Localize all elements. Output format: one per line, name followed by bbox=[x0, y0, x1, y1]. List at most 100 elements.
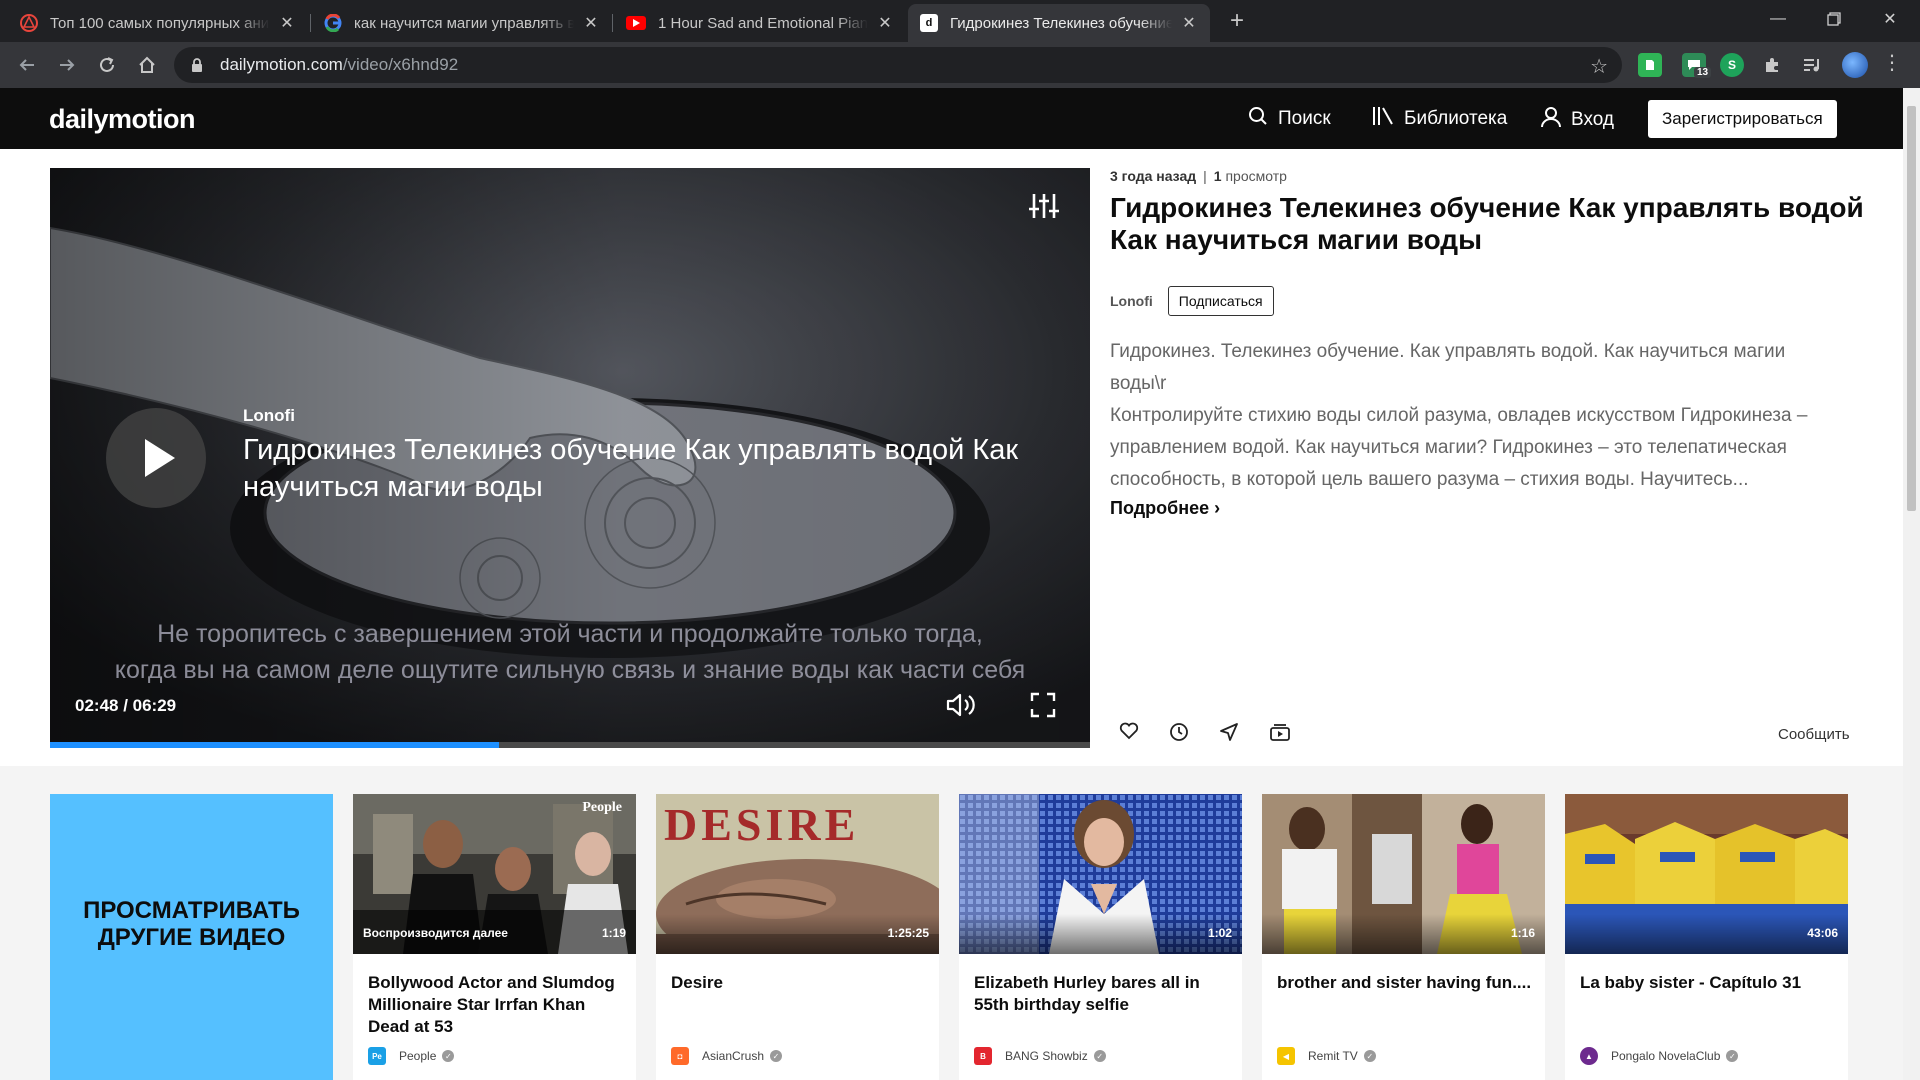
nav-search[interactable]: Поиск bbox=[1248, 106, 1331, 132]
forward-arrow-icon[interactable] bbox=[52, 50, 82, 80]
video-description: Гидрокинез. Телекинез обучение. Как упра… bbox=[1110, 336, 1830, 496]
chat-extension-icon[interactable]: 13 bbox=[1682, 53, 1712, 78]
video-card[interactable]: People Воспроизводится далее 1:19 Bollyw… bbox=[353, 794, 636, 1080]
restore-button[interactable] bbox=[1806, 0, 1862, 38]
browser-tab-title: Гидрокинез Телекинез обучение bbox=[950, 14, 1172, 32]
verified-check-icon: ✓ bbox=[442, 1050, 455, 1062]
video-thumbnail[interactable]: People Воспроизводится далее 1:19 bbox=[353, 794, 636, 954]
thumbnail-shade bbox=[959, 914, 1242, 954]
video-thumbnail[interactable]: 43:06 bbox=[1565, 794, 1848, 954]
close-window-button[interactable]: ✕ bbox=[1862, 0, 1918, 38]
reload-icon[interactable] bbox=[92, 50, 122, 80]
video-subtitles: Не торопитесь с завершением этой части и… bbox=[50, 616, 1090, 688]
extension-badge: 13 bbox=[1694, 67, 1712, 78]
video-card[interactable]: DESIRE 1:25:25 Desire ◘ AsianCrush ✓ bbox=[656, 794, 939, 1080]
scrollbar-thumb[interactable] bbox=[1907, 106, 1916, 511]
up-next-label: Воспроизводится далее bbox=[363, 926, 508, 940]
url-text: dailymotion.com/video/x6hnd92 bbox=[220, 55, 459, 74]
video-card-title[interactable]: Elizabeth Hurley bares all in 55th birth… bbox=[974, 972, 1230, 1016]
browser-tab-title: 1 Hour Sad and Emotional Piano Music bbox=[658, 14, 868, 32]
video-card[interactable]: 1:02 Elizabeth Hurley bares all in 55th … bbox=[959, 794, 1242, 1080]
verified-check-icon: ✓ bbox=[1093, 1050, 1106, 1062]
video-player[interactable]: Lonofi Гидрокинез Телекинез обучение Как… bbox=[50, 168, 1090, 748]
video-thumbnail[interactable]: DESIRE 1:25:25 bbox=[656, 794, 939, 954]
video-card-channel[interactable]: ▲ Pongalo NovelaClub ✓ bbox=[1580, 1047, 1739, 1065]
settings-sliders-icon[interactable] bbox=[1028, 192, 1060, 225]
pongalo-channel-icon: ▲ bbox=[1580, 1047, 1598, 1065]
play-button[interactable] bbox=[106, 408, 206, 508]
lock-icon[interactable] bbox=[190, 57, 206, 73]
browse-more-videos-tile[interactable]: ПРОСМАТРИВАТЬ ДРУГИЕ ВИДЕО bbox=[50, 794, 333, 1080]
bang-showbiz-channel-icon: B bbox=[974, 1047, 992, 1065]
close-tab-icon[interactable]: ✕ bbox=[582, 13, 600, 33]
playback-time: 02:48 / 06:29 bbox=[75, 696, 177, 715]
bookmark-star-icon[interactable]: ☆ bbox=[1590, 54, 1608, 79]
share-send-icon[interactable] bbox=[1219, 722, 1239, 747]
dailymotion-logo[interactable]: dailymotion bbox=[49, 104, 196, 135]
address-bar[interactable]: dailymotion.com/video/x6hnd92 ☆ bbox=[174, 47, 1622, 83]
volume-icon[interactable] bbox=[946, 692, 976, 723]
evernote-extension-icon[interactable] bbox=[1638, 53, 1662, 77]
browser-toolbar: dailymotion.com/video/x6hnd92 ☆ 13 S bbox=[0, 42, 1920, 88]
progress-bar-fill bbox=[50, 742, 500, 748]
video-thumbnail[interactable]: 1:16 bbox=[1262, 794, 1545, 954]
video-card-title[interactable]: La baby sister - Capítulo 31 bbox=[1580, 972, 1836, 994]
browser-tab-4[interactable]: d Гидрокинез Телекинез обучение ✕ bbox=[908, 4, 1210, 42]
video-card-channel[interactable]: B BANG Showbiz ✓ bbox=[974, 1047, 1106, 1065]
player-video-title: Гидрокинез Телекинез обучение Как управл… bbox=[243, 434, 1019, 503]
meta-separator: | bbox=[1203, 168, 1207, 184]
video-card-channel[interactable]: ◀ Remit TV ✓ bbox=[1277, 1047, 1376, 1065]
nav-search-label: Поиск bbox=[1278, 108, 1331, 129]
subtitle-line: когда вы на самом деле ощутите сильную с… bbox=[114, 656, 1026, 684]
report-link[interactable]: Сообщить bbox=[1778, 726, 1850, 743]
browser-tab-2[interactable]: как научится магии управлять водой ✕ bbox=[312, 4, 612, 42]
video-card[interactable]: 1:16 brother and sister having fun.... ◀… bbox=[1262, 794, 1545, 1080]
signup-button[interactable]: Зарегистрироваться bbox=[1648, 100, 1837, 138]
browser-tab-title: как научится магии управлять водой bbox=[354, 14, 574, 32]
library-icon bbox=[1372, 106, 1394, 132]
thumbnail-title-text: DESIRE bbox=[664, 799, 860, 850]
search-icon bbox=[1248, 106, 1268, 132]
views-label: просмотр bbox=[1225, 168, 1287, 184]
subtitle-line: Не торопитесь с завершением этой части и… bbox=[157, 620, 983, 648]
media-control-icon[interactable] bbox=[1800, 53, 1824, 77]
page-viewport: dailymotion Поиск Библиотека Вход Зареги… bbox=[0, 88, 1903, 1080]
video-card-title[interactable]: Bollywood Actor and Slumdog Millionaire … bbox=[368, 972, 624, 1038]
video-card-title[interactable]: brother and sister having fun.... bbox=[1277, 972, 1533, 994]
add-to-playlist-icon[interactable] bbox=[1269, 722, 1291, 747]
channel-name[interactable]: Lonofi bbox=[1110, 293, 1153, 309]
subscribe-button[interactable]: Подписаться bbox=[1167, 286, 1274, 316]
more-vertical-icon[interactable]: ⋮ bbox=[1882, 50, 1902, 75]
verified-check-icon: ✓ bbox=[770, 1050, 783, 1062]
video-thumbnail[interactable]: 1:02 bbox=[959, 794, 1242, 954]
video-card[interactable]: 43:06 La baby sister - Capítulo 31 ▲ Pon… bbox=[1565, 794, 1848, 1080]
thumbnail-brand-text: People bbox=[582, 800, 622, 815]
nav-library[interactable]: Библиотека bbox=[1372, 106, 1507, 132]
back-arrow-icon[interactable] bbox=[12, 50, 42, 80]
like-heart-icon[interactable] bbox=[1119, 722, 1139, 745]
new-tab-button[interactable]: + bbox=[1222, 6, 1252, 36]
player-channel-name[interactable]: Lonofi bbox=[243, 406, 295, 426]
video-card-title[interactable]: Desire bbox=[671, 972, 927, 994]
progress-bar[interactable] bbox=[50, 742, 1090, 748]
extensions-puzzle-icon[interactable] bbox=[1760, 53, 1784, 77]
close-tab-icon[interactable]: ✕ bbox=[1180, 13, 1198, 33]
watch-later-clock-icon[interactable] bbox=[1169, 722, 1189, 747]
nav-login[interactable]: Вход bbox=[1541, 106, 1614, 134]
browser-tab-3[interactable]: 1 Hour Sad and Emotional Piano Music ✕ bbox=[614, 4, 906, 42]
video-card-channel[interactable]: ◘ AsianCrush ✓ bbox=[671, 1047, 783, 1065]
close-tab-icon[interactable]: ✕ bbox=[876, 13, 894, 33]
minimize-button[interactable]: — bbox=[1750, 0, 1806, 38]
close-tab-icon[interactable]: ✕ bbox=[278, 13, 296, 33]
skyeng-extension-icon[interactable]: S bbox=[1720, 53, 1744, 77]
read-more-link[interactable]: Подробнее › bbox=[1110, 498, 1220, 519]
verified-check-icon: ✓ bbox=[1363, 1050, 1376, 1062]
user-icon bbox=[1541, 106, 1561, 134]
verified-check-icon: ✓ bbox=[1726, 1050, 1739, 1062]
page-scrollbar[interactable] bbox=[1903, 88, 1920, 1080]
video-card-channel[interactable]: Pe People ✓ bbox=[368, 1047, 455, 1065]
profile-avatar-icon[interactable] bbox=[1842, 52, 1868, 78]
browser-tab-1[interactable]: Топ 100 самых популярных аниме ✕ bbox=[8, 4, 308, 42]
home-icon[interactable] bbox=[132, 50, 162, 80]
fullscreen-icon[interactable] bbox=[1030, 692, 1056, 723]
